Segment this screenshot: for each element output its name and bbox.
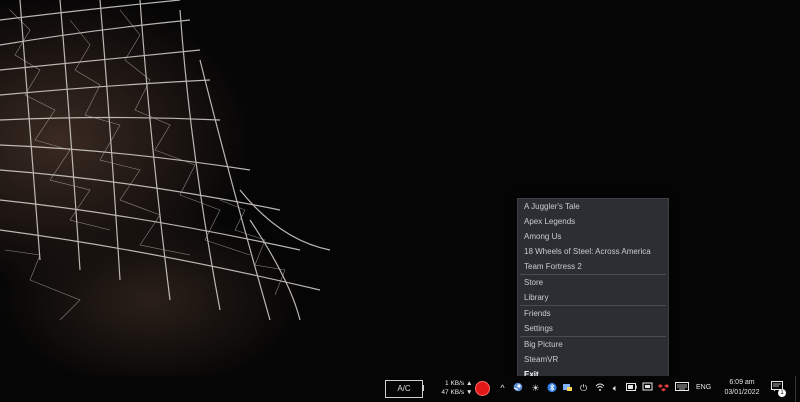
menu-item-recent-game[interactable]: Among Us [518, 229, 668, 244]
clock-date: 03/01/2022 [724, 389, 760, 396]
show-desktop-button[interactable] [795, 376, 800, 402]
brightness-icon[interactable]: ☀ [530, 382, 541, 394]
taskbar: A/C 1 KB/s ▲ 47 KB/s ▼ ^ ☀ ⏻ 🔈︎ ENG 6:09… [0, 376, 800, 402]
upload-arrow-icon: ▲ [466, 380, 473, 387]
menu-item-steamvr[interactable]: SteamVR [518, 352, 668, 367]
volume-icon[interactable]: 🔈︎ [610, 382, 621, 394]
taskbar-clock[interactable]: 6:09 am 03/01/2022 [718, 378, 766, 398]
app-tray-icon[interactable] [562, 382, 573, 395]
leaf-skeleton-image [0, 0, 331, 321]
desktop-wallpaper [0, 0, 800, 376]
clock-time: 6:09 am [729, 379, 755, 386]
menu-item-big-picture[interactable]: Big Picture [518, 337, 668, 352]
record-icon[interactable] [475, 381, 490, 396]
battery-terminal [422, 385, 424, 391]
battery-icon[interactable] [626, 382, 637, 394]
menu-item-library[interactable]: Library [518, 290, 668, 305]
net-upload-speed: 1 KB/s [445, 380, 465, 387]
language-indicator[interactable]: ENG [696, 384, 711, 391]
menu-item-recent-game[interactable]: Team Fortress 2 [518, 259, 668, 274]
menu-item-friends[interactable]: Friends [518, 306, 668, 321]
power-icon[interactable]: ⏻ [578, 382, 589, 394]
bluetooth-icon[interactable] [546, 382, 557, 396]
keyboard-icon[interactable] [674, 382, 690, 394]
chevron-up-icon[interactable]: ^ [497, 382, 508, 394]
cloud-icon[interactable] [642, 382, 653, 394]
menu-item-settings[interactable]: Settings [518, 321, 668, 336]
menu-item-recent-game[interactable]: 18 Wheels of Steel: Across America [518, 244, 668, 259]
dropbox-icon[interactable] [658, 382, 669, 395]
network-speed-widget[interactable]: 1 KB/s ▲ 47 KB/s ▼ [432, 379, 472, 397]
notification-count-badge: 1 [778, 389, 786, 397]
steam-tray-context-menu: A Juggler's Tale Apex Legends Among Us 1… [517, 198, 669, 382]
net-download-speed: 47 KB/s [441, 389, 465, 396]
menu-item-store[interactable]: Store [518, 275, 668, 290]
steam-icon[interactable] [512, 382, 523, 395]
battery-status-widget[interactable]: A/C [385, 380, 423, 398]
menu-item-recent-game[interactable]: Apex Legends [518, 214, 668, 229]
download-arrow-icon: ▼ [466, 389, 473, 396]
wifi-icon[interactable] [594, 382, 605, 395]
menu-item-recent-game[interactable]: A Juggler's Tale [518, 199, 668, 214]
